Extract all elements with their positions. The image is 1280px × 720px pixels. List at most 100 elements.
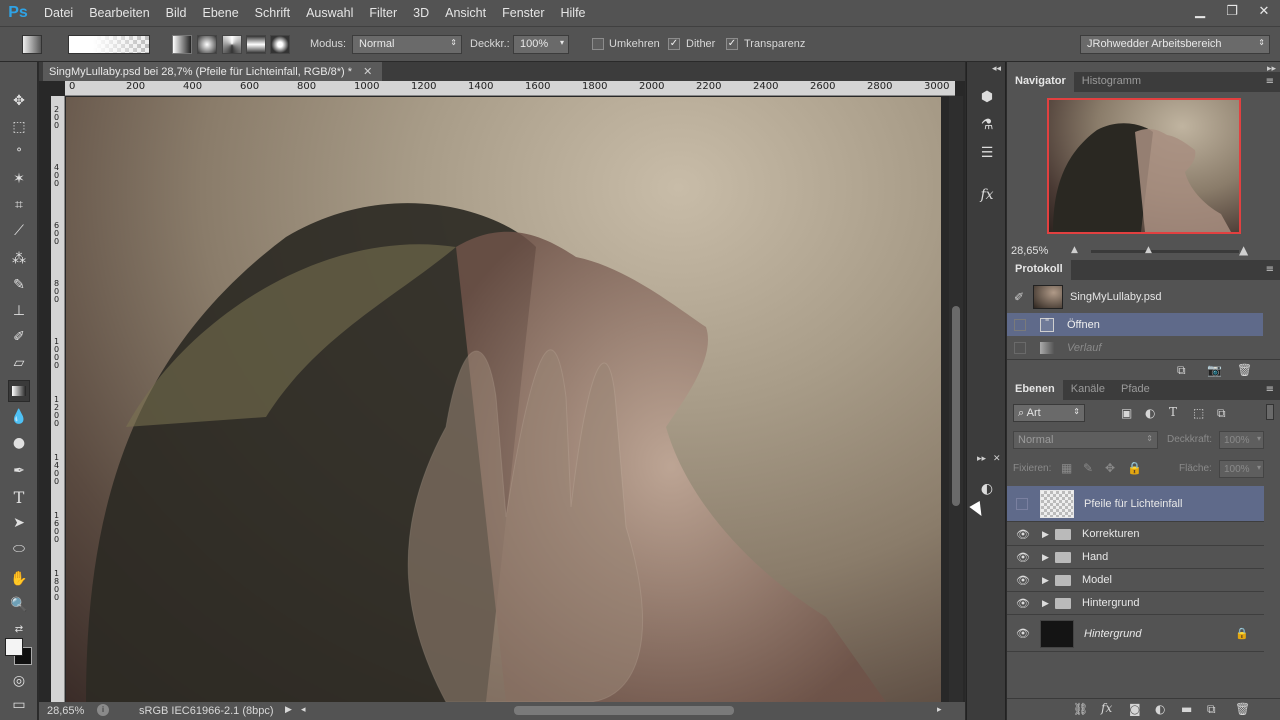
history-item-oeffnen[interactable]: ≡ Öffnen — [1007, 313, 1263, 336]
zoom-slider[interactable] — [1091, 250, 1239, 253]
layer-row-hintergrund[interactable]: 👁 Hintergrund 🔒 — [1007, 616, 1264, 652]
menu-ebene[interactable]: Ebene — [195, 6, 247, 20]
panel-menu-icon[interactable]: ≡ — [1266, 76, 1274, 87]
angle-gradient-icon[interactable] — [222, 35, 242, 54]
move-tool-icon[interactable]: ✥ — [8, 90, 30, 112]
menu-3d[interactable]: 3D — [405, 6, 437, 20]
menu-schrift[interactable]: Schrift — [247, 6, 298, 20]
marquee-tool-icon[interactable]: ⬚ — [8, 116, 30, 138]
filter-toggle[interactable] — [1266, 404, 1274, 420]
gradient-tool-preset-icon[interactable] — [22, 35, 42, 54]
close-tab-icon[interactable]: ✕ — [363, 66, 372, 78]
menu-bild[interactable]: Bild — [158, 6, 195, 20]
filter-adjustment-icon[interactable]: ◐ — [1145, 406, 1155, 420]
eye-icon[interactable]: 👁 — [1016, 551, 1030, 564]
history-checkbox[interactable] — [1014, 341, 1026, 354]
transparenz-checkbox[interactable]: ✓ — [726, 38, 738, 50]
zoom-slider-handle-icon[interactable]: ▲ — [1145, 245, 1152, 255]
lock-transparent-pixels-icon[interactable]: ▦ — [1061, 461, 1072, 475]
eyedropper-tool-icon[interactable]: ⟋ — [8, 220, 30, 242]
vertical-scrollbar[interactable] — [949, 96, 963, 702]
vertical-scroll-thumb[interactable] — [952, 306, 960, 506]
zoom-out-icon[interactable]: ▲ — [1071, 245, 1078, 255]
layer-row-pfeile[interactable]: Pfeile für Lichteinfall — [1007, 486, 1264, 522]
hand-tool-icon[interactable]: ✋ — [8, 568, 30, 590]
navigator-preview[interactable] — [1047, 98, 1241, 234]
new-adjustment-layer-icon[interactable]: ◐ — [1155, 702, 1165, 716]
tab-protokoll[interactable]: Protokoll — [1007, 260, 1071, 280]
collapse-arrows-icon[interactable]: ◂◂ — [992, 64, 1001, 74]
layer-row-hand[interactable]: 👁 ▶ Hand — [1007, 546, 1264, 569]
ellipse-tool-icon[interactable]: ⬭ — [8, 538, 30, 560]
dodge-tool-icon[interactable]: ● — [8, 432, 30, 454]
filter-type-icon[interactable]: T — [1169, 405, 1177, 419]
add-mask-icon[interactable]: ◙ — [1129, 702, 1141, 716]
panel-menu-icon[interactable]: ≡ — [1266, 384, 1274, 395]
restore-icon[interactable]: ❐ — [1216, 0, 1248, 22]
lock-position-icon[interactable]: ✥ — [1105, 461, 1115, 475]
3d-panel-icon[interactable]: ⬢ — [976, 86, 998, 108]
zoom-tool-icon[interactable]: 🔍 — [8, 594, 30, 616]
close-icon[interactable]: ✕ — [1248, 0, 1280, 22]
eye-icon[interactable]: 👁 — [1016, 597, 1030, 610]
eye-icon[interactable]: 👁 — [1016, 574, 1030, 587]
menu-bearbeiten[interactable]: Bearbeiten — [81, 6, 157, 20]
scroll-right-icon[interactable]: ▸ — [937, 704, 942, 715]
adjustments-icon[interactable]: ◐ — [976, 478, 998, 500]
horizontal-scroll-thumb[interactable] — [514, 706, 734, 715]
healing-brush-tool-icon[interactable]: ⁂ — [8, 248, 30, 270]
menu-datei[interactable]: Datei — [36, 6, 81, 20]
expand-triangle-icon[interactable]: ▶ — [1042, 529, 1049, 540]
new-group-icon[interactable]: ▬ — [1181, 702, 1192, 716]
deckkr-input[interactable]: 100% ▾ — [513, 35, 569, 54]
linear-gradient-icon[interactable] — [172, 35, 192, 54]
swap-colors-icon[interactable]: ⇄ — [8, 618, 30, 640]
eye-icon[interactable]: 👁 — [1016, 528, 1030, 541]
layer-row-hintergrund-group[interactable]: 👁 ▶ Hintergrund — [1007, 592, 1264, 615]
zoom-in-icon[interactable]: ▲ — [1239, 243, 1248, 257]
brush-tool-icon[interactable]: ✎ — [8, 274, 30, 296]
expand-triangle-icon[interactable]: ▶ — [1042, 575, 1049, 586]
delete-layer-icon[interactable]: 🗑 — [1235, 702, 1250, 716]
gradient-tool-icon[interactable] — [8, 380, 30, 402]
magic-wand-tool-icon[interactable]: ✶ — [8, 168, 30, 190]
reflected-gradient-icon[interactable] — [246, 35, 266, 54]
new-layer-icon[interactable]: ⧉ — [1207, 702, 1216, 717]
eye-icon[interactable]: 👁 — [1016, 627, 1030, 640]
path-selection-tool-icon[interactable]: ➤ — [8, 512, 30, 534]
properties-sliders-icon[interactable]: ☰ — [976, 142, 998, 164]
tab-kanaele[interactable]: Kanäle — [1063, 380, 1113, 400]
tab-histogramm[interactable]: Histogramm — [1074, 72, 1149, 92]
menu-ansicht[interactable]: Ansicht — [437, 6, 494, 20]
foreground-color-swatch[interactable] — [5, 638, 23, 656]
filter-shape-icon[interactable]: ⬚ — [1193, 406, 1204, 420]
layer-row-korrekturen[interactable]: 👁 ▶ Korrekturen — [1007, 523, 1264, 546]
gradient-picker[interactable] — [68, 35, 150, 54]
history-checkbox[interactable] — [1014, 318, 1026, 331]
doc-info-icon[interactable]: i — [97, 704, 109, 716]
menu-filter[interactable]: Filter — [361, 6, 405, 20]
scroll-left-icon[interactable]: ◂ — [301, 704, 306, 715]
tab-ebenen[interactable]: Ebenen — [1007, 380, 1063, 400]
crop-tool-icon[interactable]: ⌗ — [8, 194, 30, 216]
layer-filter-select[interactable]: ⌕ Art ⇕ — [1013, 404, 1085, 422]
tab-pfade[interactable]: Pfade — [1113, 380, 1158, 400]
expand-triangle-icon[interactable]: ▶ — [1042, 552, 1049, 563]
blend-mode-select[interactable]: Normal ⇕ — [1013, 431, 1158, 449]
dither-checkbox[interactable]: ✓ — [668, 38, 680, 50]
navigator-zoom[interactable]: 28,65% — [1011, 245, 1048, 257]
fill-input[interactable]: 100% ▾ — [1219, 460, 1264, 478]
menu-hilfe[interactable]: Hilfe — [553, 6, 594, 20]
visibility-toggle-off[interactable] — [1016, 497, 1028, 510]
zoom-value[interactable]: 28,65% — [47, 705, 84, 717]
screen-mode-icon[interactable]: ▭ — [8, 694, 30, 716]
filter-pixel-icon[interactable]: ▣ — [1121, 406, 1132, 420]
link-layers-icon[interactable]: ⛓ — [1073, 702, 1088, 716]
brush-presets-icon[interactable]: ⚗ — [976, 114, 998, 136]
opacity-input[interactable]: 100% ▾ — [1219, 431, 1264, 449]
layer-style-fx-icon[interactable]: fx — [1101, 701, 1112, 715]
umkehren-checkbox[interactable] — [592, 38, 604, 50]
type-tool-icon[interactable]: T — [8, 486, 30, 508]
close-dock-icon[interactable]: ✕ — [993, 454, 1001, 464]
lasso-tool-icon[interactable]: ᐤ — [8, 142, 30, 164]
